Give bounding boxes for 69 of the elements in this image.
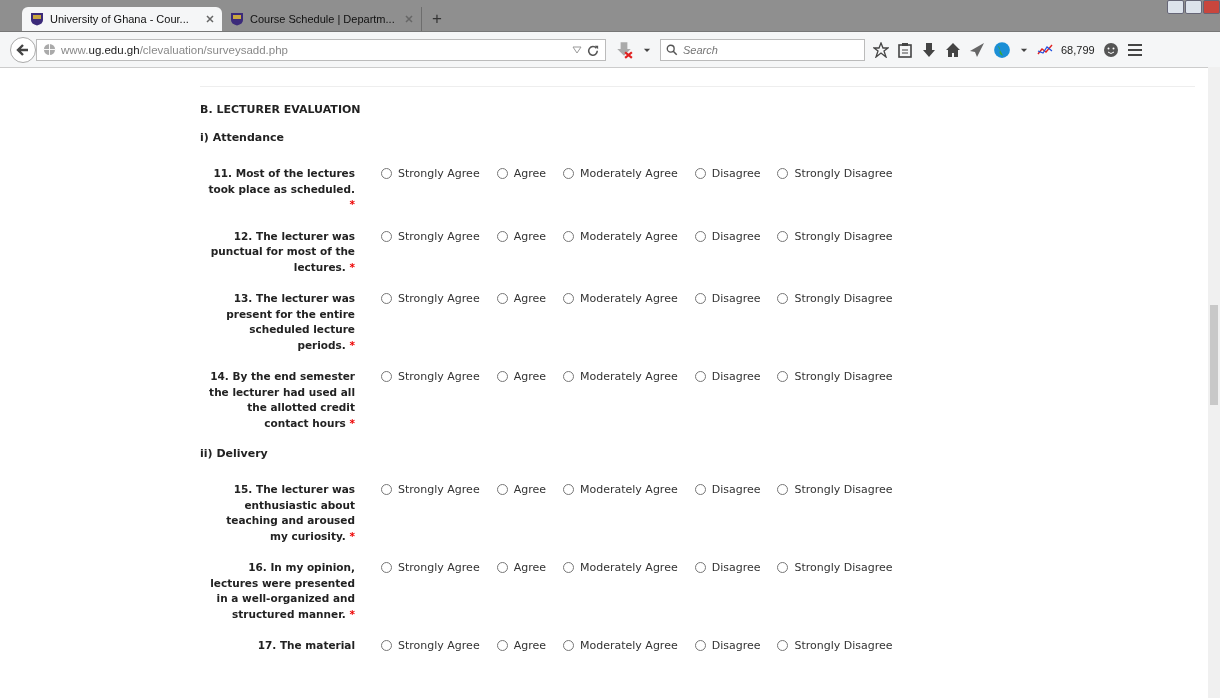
radio-option[interactable]: Strongly Disagree: [777, 638, 893, 653]
question-text: 16. In my opinion, lectures were presented in a well-organized and structured manner. *: [209, 560, 355, 622]
question-text: 14. By the end semester the lecturer had used all the allotted credit contact hours *: [208, 369, 355, 431]
close-icon[interactable]: [206, 15, 214, 23]
browser-tab[interactable]: University of Ghana - Cour...: [22, 7, 222, 31]
star-icon[interactable]: [873, 41, 889, 58]
radio-option[interactable]: Agree: [496, 560, 546, 575]
radio-option[interactable]: Agree: [496, 638, 546, 653]
question-text: 12. The lecturer was punctual for most of the lectures. *: [209, 228, 355, 275]
radio-option[interactable]: Disagree: [694, 228, 761, 244]
paper-plane-icon[interactable]: [969, 41, 985, 58]
section-heading: B. LECTURER EVALUATION: [200, 103, 362, 116]
scrollbar[interactable]: [1208, 67, 1220, 698]
smiley-icon[interactable]: [1102, 41, 1119, 58]
toolbar-count: 68,799: [1061, 43, 1095, 56]
radio-option[interactable]: Strongly Agree: [381, 166, 480, 181]
radio-option[interactable]: Strongly Disagree: [777, 482, 893, 497]
radio-option[interactable]: Strongly Agree: [381, 369, 480, 384]
reload-icon[interactable]: [587, 43, 599, 56]
radio-option[interactable]: Disagree: [694, 482, 761, 497]
radio-option[interactable]: Disagree: [694, 560, 761, 575]
menu-icon[interactable]: [1126, 41, 1143, 58]
clipboard-icon[interactable]: [897, 41, 913, 58]
radio-option[interactable]: Moderately Agree: [563, 369, 678, 384]
home-icon[interactable]: [945, 41, 961, 58]
question-text: 17. The material: [256, 638, 355, 653]
group-heading: i) Attendance: [200, 131, 286, 144]
radio-option[interactable]: Strongly Agree: [381, 560, 480, 575]
radio-option[interactable]: Strongly Disagree: [777, 228, 893, 244]
radio-option[interactable]: Strongly Agree: [381, 291, 480, 306]
radio-option[interactable]: Agree: [496, 482, 546, 497]
question-text: 13. The lecturer was present for the entire scheduled lecture periods. *: [225, 291, 355, 353]
radio-option[interactable]: Moderately Agree: [563, 560, 678, 575]
radio-option[interactable]: Agree: [496, 166, 546, 181]
radio-option[interactable]: Moderately Agree: [563, 291, 678, 306]
radio-option[interactable]: Disagree: [694, 166, 761, 181]
radio-option[interactable]: Strongly Disagree: [777, 560, 893, 575]
radio-option[interactable]: Moderately Agree: [563, 482, 678, 497]
minimize-button[interactable]: [1167, 0, 1184, 14]
question-text: 15. The lecturer was enthusiastic about teaching and aroused my curiosity. *: [225, 482, 355, 544]
search-field[interactable]: Search: [660, 38, 865, 61]
radio-option[interactable]: Agree: [496, 291, 546, 306]
radio-option[interactable]: Strongly Disagree: [777, 369, 893, 384]
radio-option[interactable]: Agree: [496, 369, 546, 384]
question-text: 11. Most of the lectures took place as scheduled. *: [208, 166, 355, 212]
radio-option[interactable]: Disagree: [694, 369, 761, 384]
globe-icon[interactable]: [993, 40, 1011, 59]
radio-option[interactable]: Strongly Disagree: [777, 291, 893, 306]
radio-option[interactable]: Disagree: [694, 638, 761, 653]
radio-option[interactable]: Moderately Agree: [563, 166, 678, 181]
radio-option[interactable]: Strongly Disagree: [777, 166, 893, 181]
radio-option[interactable]: Agree: [496, 228, 546, 244]
radio-option[interactable]: Strongly Agree: [381, 482, 480, 497]
radio-option[interactable]: Strongly Agree: [381, 638, 480, 653]
radio-option[interactable]: Strongly Agree: [381, 228, 480, 244]
back-arrow-icon: [16, 42, 30, 57]
download-icon[interactable]: [921, 41, 937, 58]
radio-option[interactable]: Moderately Agree: [563, 638, 678, 653]
back-button[interactable]: [10, 36, 36, 63]
globe-icon: [43, 43, 56, 56]
address-bar[interactable]: www.ug.edu.gh/clevaluation/surveysadd.php: [36, 38, 606, 61]
radio-option[interactable]: Moderately Agree: [563, 228, 678, 244]
new-tab-button[interactable]: +: [422, 7, 452, 31]
radio-option[interactable]: Disagree: [694, 291, 761, 306]
group-heading: ii) Delivery: [200, 447, 269, 460]
browser-tab[interactable]: Course Schedule | Departm...: [222, 7, 422, 31]
shield-icon: [230, 12, 244, 26]
restore-button[interactable]: [1185, 0, 1202, 14]
shield-icon: [30, 12, 44, 26]
